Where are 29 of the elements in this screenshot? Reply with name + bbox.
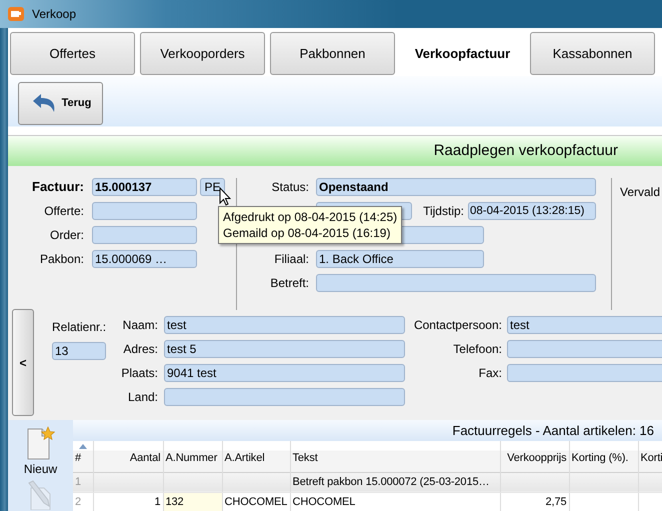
field-label: Order: <box>48 227 84 244</box>
table-cell: 2,75 <box>500 492 569 511</box>
table-cell: Betreft pakbon 15.000072 (25-03-2015… <box>290 472 500 492</box>
field-label: Betreft: <box>269 275 309 292</box>
field-label: Contactpersoon: <box>412 317 502 334</box>
table-cell: 132 <box>163 492 222 511</box>
field-label: Naam: <box>122 317 158 334</box>
window-title: Verkoop <box>32 6 76 23</box>
field-label: Telefoon: <box>452 341 502 358</box>
field-label: Fax: <box>478 365 502 382</box>
field-label: Vervald <box>620 185 660 199</box>
field-label: Factuur: <box>31 178 84 196</box>
table-cell: 1 <box>93 492 163 511</box>
table-cell: 1 <box>73 472 93 492</box>
field-label: Plaats: <box>120 365 158 382</box>
tooltip: Afgedrukt op 08-04-2015 (14:25) Gemaild op 08-04-2015 (16:19) <box>218 206 402 244</box>
field-label: Tijdstip: <box>422 203 464 220</box>
table-cell: CHOCOMEL <box>290 492 500 511</box>
table-cell: 2 <box>73 492 93 511</box>
field-label: Status: <box>270 179 309 196</box>
field-label: Land: <box>126 389 158 406</box>
field-label: Offerte: <box>43 203 84 220</box>
field-label: Adres: <box>122 341 158 358</box>
table-cell: CHOCOMEL <box>222 492 290 511</box>
grid-title: Factuurregels - Aantal artikelen: 16 <box>73 420 662 441</box>
field-label: Filiaal: <box>273 251 309 268</box>
section-header: Raadplegen verkoopfactuur <box>8 136 662 166</box>
field-label: Relatienr.: <box>52 319 106 336</box>
field-label: Pakbon: <box>38 251 84 268</box>
